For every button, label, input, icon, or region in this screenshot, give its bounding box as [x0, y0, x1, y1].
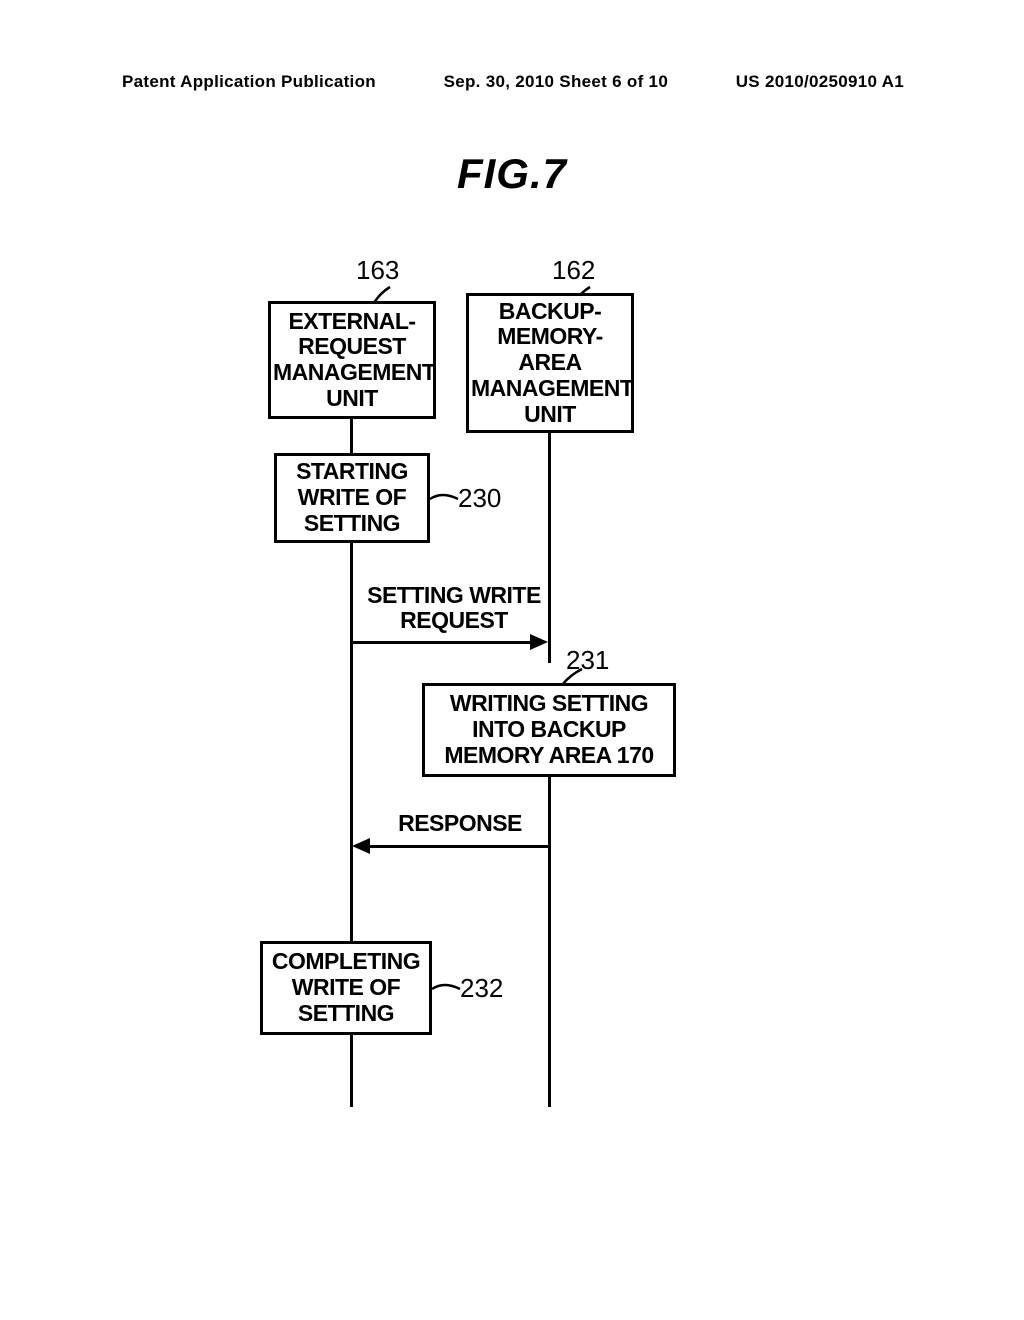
arrow-head-left-icon	[352, 838, 370, 854]
msg-setting-write-request: SETTING WRITE REQUEST	[360, 583, 548, 634]
lifeline-right	[548, 777, 551, 1107]
sequence-diagram: 163 162 EXTERNAL- REQUEST MANAGEMENT UNI…	[260, 255, 780, 1135]
box-label: BACKUP- MEMORY- AREA MANAGEMENT UNIT	[471, 299, 629, 428]
lifeline-left	[350, 1035, 353, 1107]
box-label: EXTERNAL- REQUEST MANAGEMENT UNIT	[273, 309, 431, 412]
ref-163: 163	[356, 255, 399, 286]
ref-232: 232	[460, 973, 503, 1004]
ref-162: 162	[552, 255, 595, 286]
box-external-request-unit: EXTERNAL- REQUEST MANAGEMENT UNIT	[268, 301, 436, 419]
header-right: US 2010/0250910 A1	[736, 72, 904, 92]
page-header: Patent Application Publication Sep. 30, …	[0, 72, 1024, 92]
box-starting-write: STARTING WRITE OF SETTING	[274, 453, 430, 543]
ref-230: 230	[458, 483, 501, 514]
box-writing-setting: WRITING SETTING INTO BACKUP MEMORY AREA …	[422, 683, 676, 777]
header-center: Sep. 30, 2010 Sheet 6 of 10	[444, 72, 669, 92]
arrow-line	[368, 845, 548, 848]
arrow-line	[352, 641, 532, 644]
box-completing-write: COMPLETING WRITE OF SETTING	[260, 941, 432, 1035]
arrow-head-right-icon	[530, 634, 548, 650]
lifeline-right	[548, 433, 551, 663]
header-left: Patent Application Publication	[122, 72, 376, 92]
box-label: WRITING SETTING INTO BACKUP MEMORY AREA …	[427, 691, 671, 768]
lifeline-left	[350, 419, 353, 453]
msg-response: RESPONSE	[380, 811, 540, 836]
box-backup-memory-unit: BACKUP- MEMORY- AREA MANAGEMENT UNIT	[466, 293, 634, 433]
ref-connector-icon	[428, 489, 460, 509]
figure-title: FIG.7	[0, 150, 1024, 198]
box-label: COMPLETING WRITE OF SETTING	[265, 949, 427, 1026]
lifeline-left	[350, 543, 353, 943]
ref-connector-icon	[430, 979, 462, 999]
box-label: STARTING WRITE OF SETTING	[279, 459, 425, 536]
